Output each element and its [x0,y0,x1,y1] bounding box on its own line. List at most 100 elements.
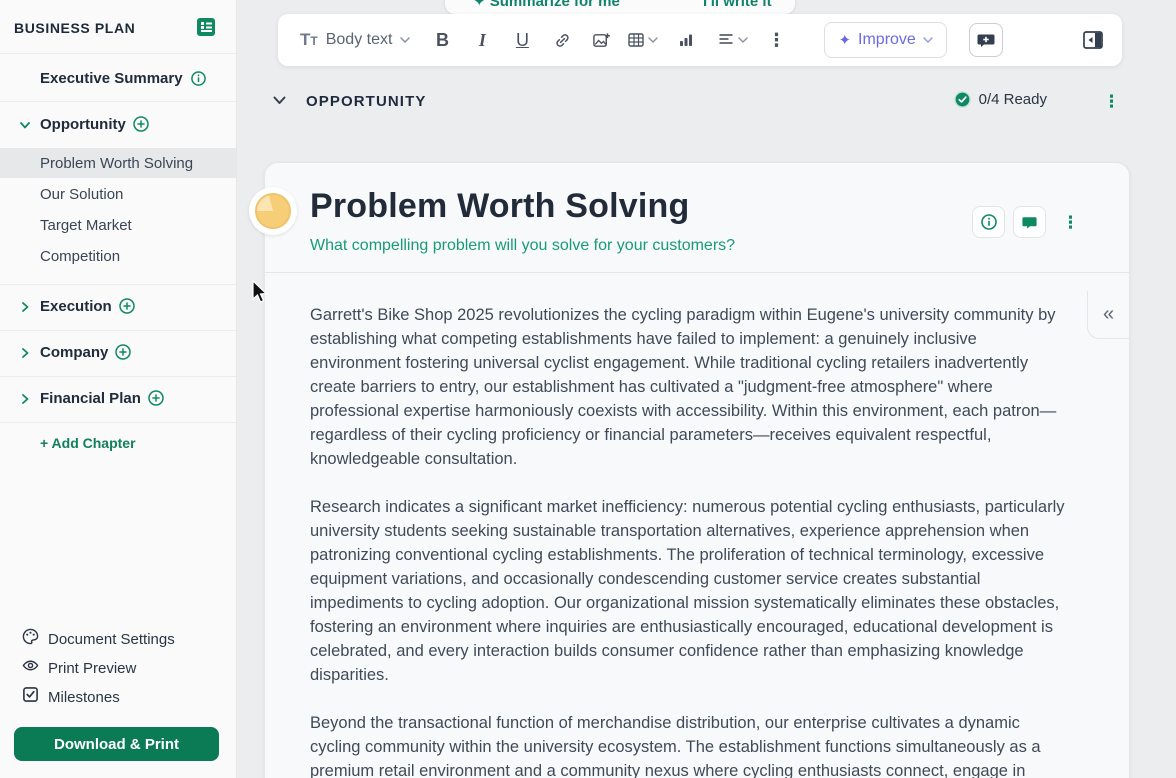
sidebar-item-company[interactable]: Company [0,337,236,367]
insert-table-button[interactable] [620,31,664,49]
company-label: Company [40,344,108,361]
add-chapter-button[interactable]: + Add Chapter [40,435,136,451]
execution-label: Execution [40,298,112,315]
main-content: ✦ Summarize for me I'll write it TT Body… [237,0,1176,778]
chapter-menu-button[interactable]: ⋮ [1062,214,1079,231]
chevron-right-icon[interactable] [19,346,31,358]
ai-suggestion-popup-partial[interactable]: ✦ Summarize for me I'll write it [445,0,795,14]
panel-collapse-icon[interactable] [1082,29,1104,51]
check-circle-icon [954,91,971,108]
italic-button[interactable]: I [462,30,502,51]
sidebar-item-competition[interactable]: Competition [0,241,236,271]
sidebar-divider [0,284,236,285]
target-market-label: Target Market [40,217,132,234]
paragraph: Research indicates a significant market … [310,495,1070,687]
double-chevron-left-icon: « [1103,303,1114,326]
sidebar-item-problem-worth-solving[interactable]: Problem Worth Solving [0,148,236,178]
insert-image-button[interactable] [582,31,620,50]
sidebar: BUSINESS PLAN Executive Summary Opportun… [0,0,237,778]
add-section-icon[interactable] [115,344,131,360]
milestones-item[interactable]: Milestones [22,686,120,708]
sidebar-divider [0,376,236,377]
chapter-card-header: Problem Worth Solving What compelling pr… [265,163,1129,273]
sparkle-icon: ✦ [838,31,851,49]
toolbar-more-button[interactable]: ⋮ [756,30,796,51]
underline-button[interactable]: U [502,30,542,51]
eye-icon [22,657,39,679]
chevron-right-icon[interactable] [19,300,31,312]
chevron-down-icon [648,37,658,43]
sidebar-item-execution[interactable]: Execution [0,291,236,321]
add-section-icon[interactable] [133,116,149,132]
sidebar-item-our-solution[interactable]: Our Solution [0,179,236,209]
section-collapse-chevron-icon[interactable] [273,96,286,105]
sidebar-header: BUSINESS PLAN [0,0,236,54]
chevron-right-icon[interactable] [19,392,31,404]
chapter-body-text[interactable]: Garrett's Bike Shop 2025 revolutionizes … [310,303,1070,778]
add-section-icon[interactable] [148,390,164,406]
formatting-toolbar: TT Body text B I U [278,14,1122,66]
financial-plan-label: Financial Plan [40,390,141,407]
print-preview-label: Print Preview [48,660,136,677]
our-solution-label: Our Solution [40,186,123,203]
sidebar-divider [0,101,236,102]
chevron-down-icon [738,37,748,43]
opportunity-label: Opportunity [40,116,126,133]
outline-toggle-icon[interactable] [196,17,216,37]
add-comment-button[interactable] [969,23,1003,57]
progress-badge [249,187,297,235]
chapter-title: Problem Worth Solving [310,187,689,226]
sidebar-divider [0,330,236,331]
align-left-icon [717,31,735,49]
link-icon [553,31,572,50]
sidebar-item-executive-summary[interactable]: Executive Summary [0,63,236,93]
section-title: OPPORTUNITY [306,93,426,110]
sidebar-item-target-market[interactable]: Target Market [0,210,236,240]
chevron-down-icon [923,37,933,43]
text-style-icon: TT [300,30,318,50]
improve-button[interactable]: ✦ Improve [824,22,946,58]
download-print-button[interactable]: Download & Print [14,727,219,761]
section-menu-button[interactable]: ⋮ [1103,93,1120,110]
ready-status: 0/4 Ready [954,91,1047,108]
document-settings-item[interactable]: Document Settings [22,628,175,650]
link-button[interactable] [542,31,582,50]
document-settings-label: Document Settings [48,631,175,648]
print-preview-item[interactable]: Print Preview [22,657,136,679]
chapter-actions: ⋮ [972,206,1079,238]
section-header: OPPORTUNITY 0/4 Ready ⋮ [237,86,1176,118]
ready-status-label: 0/4 Ready [979,91,1047,108]
sidebar-item-financial-plan[interactable]: Financial Plan [0,383,236,413]
text-style-value: Body text [326,31,393,49]
align-button[interactable] [708,31,756,49]
sidebar-title: BUSINESS PLAN [14,20,135,36]
insert-chart-button[interactable] [664,31,708,49]
bar-chart-icon [677,31,695,49]
chapter-card: Problem Worth Solving What compelling pr… [264,162,1130,778]
bold-button[interactable]: B [422,30,462,51]
comment-icon [1021,214,1038,231]
info-icon [981,214,997,230]
progress-pie-icon [255,193,291,229]
chevron-down-icon[interactable] [19,118,31,130]
chapter-info-button[interactable] [972,206,1005,238]
improve-label: Improve [858,31,916,49]
comment-add-icon [976,30,996,50]
image-icon [592,31,611,50]
info-icon[interactable] [191,71,206,86]
problem-worth-solving-label: Problem Worth Solving [40,155,193,172]
paragraph: Garrett's Bike Shop 2025 revolutionizes … [310,303,1070,471]
sidebar-item-opportunity[interactable]: Opportunity [0,109,236,139]
sidebar-collapse-tab[interactable]: « [1087,291,1129,339]
paragraph: Beyond the transactional function of mer… [310,711,1070,778]
executive-summary-label: Executive Summary [40,70,183,87]
ai-suggestion-option[interactable]: I'll write it [703,0,772,10]
competition-label: Competition [40,248,120,265]
chapter-comment-button[interactable] [1013,206,1046,238]
text-style-selector[interactable]: TT Body text [300,30,410,50]
add-section-icon[interactable] [119,298,135,314]
ai-suggestion-option[interactable]: ✦ Summarize for me [473,0,620,10]
checkbox-check-icon [22,686,39,708]
chapter-prompt: What compelling problem will you solve f… [310,237,735,255]
sidebar-divider [0,422,236,423]
